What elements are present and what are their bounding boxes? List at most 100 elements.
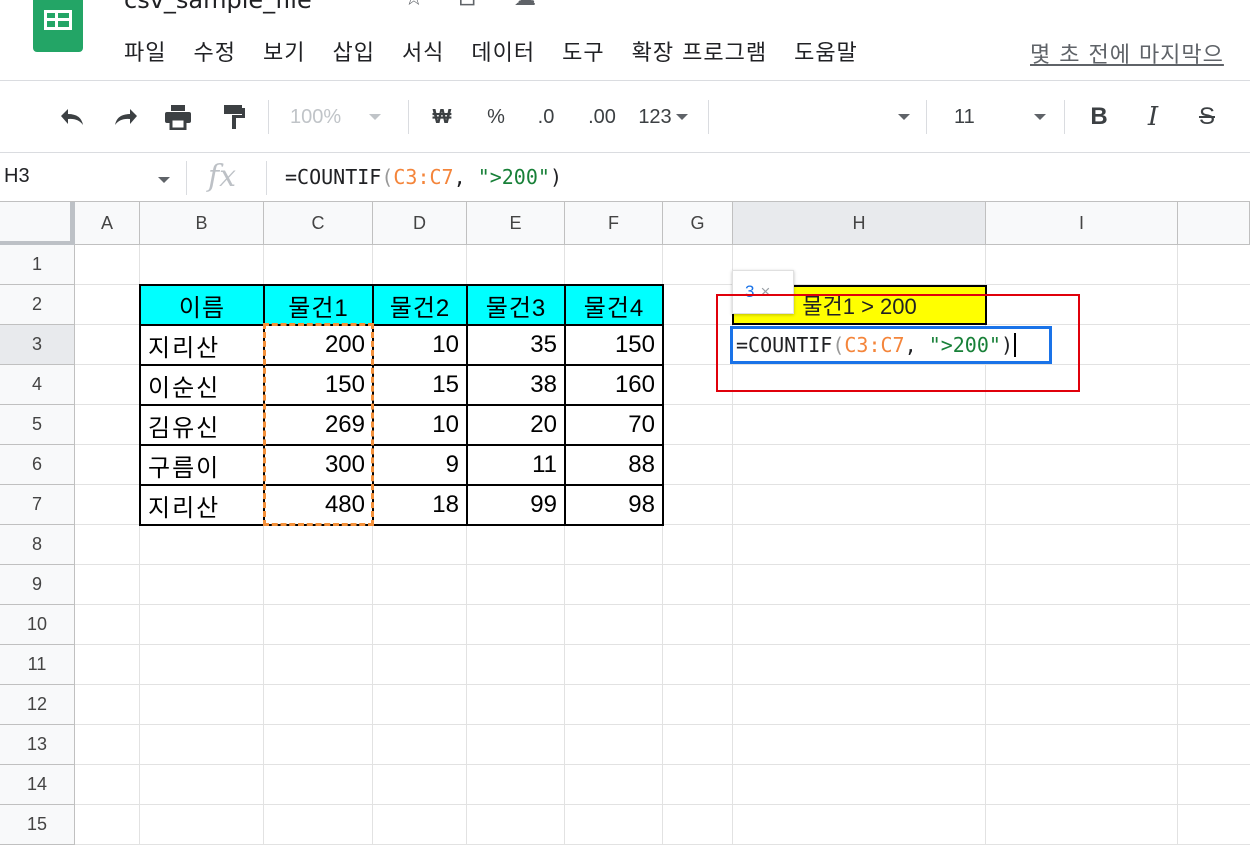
formula-input[interactable]: =COUNTIF(C3:C7, ">200") bbox=[285, 165, 562, 189]
table-number-cell[interactable]: 20 bbox=[467, 405, 565, 445]
annotation-highlight-box bbox=[716, 294, 1080, 392]
font-size-select[interactable]: 11 bbox=[940, 102, 1050, 132]
table-number-cell[interactable]: 88 bbox=[565, 445, 663, 485]
row-header-5[interactable]: 5 bbox=[0, 405, 75, 445]
table-row-border bbox=[139, 364, 662, 366]
print-icon[interactable] bbox=[158, 102, 198, 132]
strikethrough-button[interactable]: S bbox=[1190, 102, 1224, 132]
italic-button[interactable]: I bbox=[1136, 102, 1170, 132]
row-header-6[interactable]: 6 bbox=[0, 445, 75, 485]
redo-icon[interactable] bbox=[106, 102, 146, 132]
row-header-14[interactable]: 14 bbox=[0, 765, 75, 805]
table-header-cell[interactable]: 물건2 bbox=[373, 285, 467, 325]
table-name-cell[interactable]: 김유신 bbox=[140, 405, 264, 445]
menu-file[interactable]: 파일 bbox=[124, 35, 166, 67]
column-header-a[interactable]: A bbox=[75, 202, 140, 245]
sheets-logo[interactable] bbox=[33, 0, 83, 52]
row-header-10[interactable]: 10 bbox=[0, 605, 75, 645]
column-header-b[interactable]: B bbox=[140, 202, 264, 245]
menu-extensions[interactable]: 확장 프로그램 bbox=[632, 35, 767, 67]
more-formats-button[interactable]: 123 bbox=[632, 102, 694, 132]
row-header-3[interactable]: 3 bbox=[0, 325, 75, 365]
row-header-4[interactable]: 4 bbox=[0, 365, 75, 405]
row-header-12[interactable]: 12 bbox=[0, 685, 75, 725]
bold-button[interactable]: B bbox=[1082, 102, 1116, 132]
paint-format-icon[interactable] bbox=[214, 102, 254, 132]
percent-format-button[interactable]: % bbox=[480, 102, 512, 132]
name-box[interactable]: H3 bbox=[4, 165, 30, 188]
table-number-cell[interactable]: 160 bbox=[565, 365, 663, 405]
fx-icon: fx bbox=[208, 159, 237, 194]
chevron-down-icon bbox=[898, 114, 910, 120]
table-number-cell[interactable]: 18 bbox=[373, 485, 467, 525]
menu-view[interactable]: 보기 bbox=[263, 35, 305, 67]
row-header-1[interactable]: 1 bbox=[0, 245, 75, 285]
table-name-cell[interactable]: 지리산 bbox=[140, 485, 264, 525]
table-number-cell[interactable]: 10 bbox=[373, 325, 467, 365]
menu-edit[interactable]: 수정 bbox=[193, 35, 235, 67]
chevron-down-icon[interactable] bbox=[158, 177, 170, 183]
increase-decimal-button[interactable]: .00 bbox=[580, 102, 624, 132]
formula-divider bbox=[186, 161, 187, 195]
row-header-9[interactable]: 9 bbox=[0, 565, 75, 605]
zoom-value: 100% bbox=[290, 105, 342, 128]
cloud-status-icon[interactable]: ☁ bbox=[514, 0, 536, 11]
spreadsheet-grid[interactable]: A B C D E F G H I 1 2 3 4 5 6 7 8 9 10 11 12 13 14 15 이름 물건1 물건2 물건… bbox=[0, 201, 1250, 845]
row-header-8[interactable]: 8 bbox=[0, 525, 75, 565]
zoom-select[interactable]: 100% bbox=[290, 102, 400, 132]
sheets-grid-icon bbox=[44, 10, 72, 30]
table-number-cell[interactable]: 99 bbox=[467, 485, 565, 525]
table-number-cell[interactable]: 150 bbox=[565, 325, 663, 365]
chevron-down-icon bbox=[369, 114, 382, 120]
table-number-cell[interactable]: 35 bbox=[467, 325, 565, 365]
table-row-border bbox=[139, 324, 662, 326]
last-edit-link[interactable]: 몇 초 전에 마지막으 bbox=[1030, 37, 1224, 69]
table-number-cell[interactable]: 38 bbox=[467, 365, 565, 405]
table-name-cell[interactable]: 구름이 bbox=[140, 445, 264, 485]
menu-data[interactable]: 데이터 bbox=[471, 35, 535, 67]
column-header-e[interactable]: E bbox=[467, 202, 565, 245]
row-header-11[interactable]: 11 bbox=[0, 645, 75, 685]
move-to-folder-icon[interactable]: ⊡ bbox=[458, 0, 476, 11]
formula-range-highlight bbox=[263, 323, 374, 526]
column-header-f[interactable]: F bbox=[565, 202, 663, 245]
menu-bar: 파일 수정 보기 삽입 서식 데이터 도구 확장 프로그램 도움말 bbox=[124, 36, 885, 66]
table-number-cell[interactable]: 10 bbox=[373, 405, 467, 445]
menu-tools[interactable]: 도구 bbox=[562, 35, 604, 67]
row-header-7[interactable]: 7 bbox=[0, 485, 75, 525]
row-header-13[interactable]: 13 bbox=[0, 725, 75, 765]
table-number-cell[interactable]: 9 bbox=[373, 445, 467, 485]
table-name-cell[interactable]: 이순신 bbox=[140, 365, 264, 405]
column-header-i[interactable]: I bbox=[986, 202, 1178, 245]
undo-icon[interactable] bbox=[52, 102, 92, 132]
row-header-15[interactable]: 15 bbox=[0, 805, 75, 845]
font-size-value: 11 bbox=[954, 105, 975, 128]
column-header-d[interactable]: D bbox=[373, 202, 467, 245]
column-header-c[interactable]: C bbox=[264, 202, 373, 245]
toolbar-divider bbox=[708, 100, 709, 134]
table-number-cell[interactable]: 98 bbox=[565, 485, 663, 525]
table-header-cell[interactable]: 물건3 bbox=[467, 285, 565, 325]
menu-format[interactable]: 서식 bbox=[402, 35, 444, 67]
table-number-cell[interactable]: 70 bbox=[565, 405, 663, 445]
row-header-2[interactable]: 2 bbox=[0, 285, 75, 325]
column-header-g[interactable]: G bbox=[663, 202, 733, 245]
menu-insert[interactable]: 삽입 bbox=[332, 35, 374, 67]
document-title[interactable]: csv_sample_file bbox=[124, 0, 312, 14]
table-number-cell[interactable]: 11 bbox=[467, 445, 565, 485]
table-name-cell[interactable]: 지리산 bbox=[140, 325, 264, 365]
toolbar-divider bbox=[926, 100, 927, 134]
table-header-cell[interactable]: 물건1 bbox=[264, 285, 373, 325]
menu-help[interactable]: 도움말 bbox=[794, 35, 858, 67]
decrease-decimal-button[interactable]: .0 bbox=[526, 102, 566, 132]
table-header-cell[interactable]: 물건4 bbox=[565, 285, 663, 325]
table-header-cell[interactable]: 이름 bbox=[140, 285, 264, 325]
select-all-corner[interactable] bbox=[0, 202, 75, 245]
table-row-border bbox=[139, 404, 662, 406]
table-number-cell[interactable]: 15 bbox=[373, 365, 467, 405]
font-select[interactable] bbox=[720, 102, 910, 132]
column-header-h[interactable]: H bbox=[733, 202, 986, 245]
star-icon[interactable]: ☆ bbox=[404, 0, 424, 11]
currency-format-button[interactable]: ₩ bbox=[426, 102, 458, 132]
header-divider bbox=[0, 80, 1250, 81]
